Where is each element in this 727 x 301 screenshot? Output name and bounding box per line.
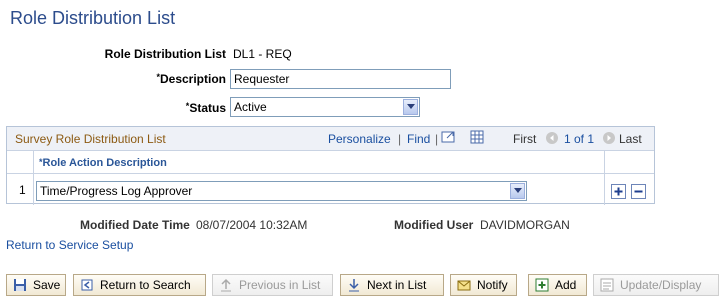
previous-icon [221, 278, 231, 292]
first-label: First [513, 132, 537, 146]
last-label: Last [619, 132, 642, 146]
grid-title: Survey Role Distribution List [15, 132, 166, 146]
rdl-value: DL1 - REQ [233, 47, 292, 61]
row-range: 1 of 1 [564, 132, 595, 146]
description-label: *Description [100, 72, 226, 86]
save-label: Save [33, 278, 61, 292]
status-select-value: Active [234, 100, 267, 114]
separator: | [398, 132, 402, 146]
role-distribution-grid: Survey Role Distribution List Personaliz… [6, 126, 655, 205]
chevron-down-icon[interactable] [403, 99, 418, 115]
role-action-description-header: *Role Action Description [39, 157, 167, 169]
modified-user-label: Modified User [394, 218, 474, 232]
save-button[interactable]: Save [6, 274, 66, 296]
notify-label: Notify [477, 278, 508, 292]
notify-button[interactable]: Notify [450, 274, 517, 296]
return-search-icon [81, 279, 93, 291]
description-field[interactable]: Requester [230, 69, 451, 89]
download-grid-icon[interactable] [470, 130, 484, 147]
status-label: *Status [100, 101, 226, 115]
update-display-icon [600, 278, 614, 292]
modified-date-value: 08/07/2004 10:32AM [196, 218, 308, 232]
view-all-icon[interactable] [441, 130, 457, 147]
notify-icon [457, 280, 471, 291]
separator: | [435, 132, 439, 146]
return-to-search-button[interactable]: Return to Search [73, 274, 206, 296]
previous-in-list-button[interactable]: Previous in List [212, 274, 333, 296]
minus-icon [634, 190, 643, 193]
add-label: Add [555, 278, 577, 292]
column-divider [33, 151, 34, 205]
add-button[interactable]: Add [528, 274, 587, 296]
add-icon [535, 278, 549, 292]
page-title: Role Distribution List [10, 8, 176, 28]
add-row-button[interactable] [611, 184, 626, 199]
next-label: Next in List [367, 278, 427, 292]
role-action-value: Time/Progress Log Approver [40, 184, 193, 198]
save-icon [14, 279, 26, 291]
row-number: 1 [19, 183, 26, 197]
bottom-toolbar: Save Return to Search Previous in List N… [0, 270, 727, 301]
prev-arrow-icon [545, 131, 559, 148]
column-divider [604, 151, 605, 205]
plus-icon [614, 187, 623, 196]
next-arrow-icon [602, 131, 616, 148]
grid-column-header: *Role Action Description [7, 151, 654, 205]
modified-date-label: Modified Date Time [80, 218, 190, 232]
previous-label: Previous in List [239, 278, 321, 292]
delete-row-button[interactable] [631, 184, 646, 199]
description-label-text: Description [159, 72, 226, 86]
modified-user-value: DAVIDMORGAN [480, 218, 570, 232]
column-header-text: Role Action Description [42, 157, 167, 169]
find-link[interactable]: Find [407, 132, 430, 146]
role-action-select[interactable]: Time/Progress Log Approver [36, 181, 527, 201]
return-search-label: Return to Search [100, 278, 191, 292]
rdl-label: Role Distribution List [104, 47, 226, 61]
grid-header: Survey Role Distribution List Personaliz… [7, 127, 654, 151]
return-to-service-setup-link[interactable]: Return to Service Setup [6, 238, 133, 252]
chevron-down-icon[interactable] [510, 183, 525, 199]
update-display-button[interactable]: Update/Display [593, 274, 719, 296]
next-in-list-button[interactable]: Next in List [340, 274, 444, 296]
update-display-label: Update/Display [620, 278, 702, 292]
status-label-text: Status [189, 101, 226, 115]
next-icon [349, 279, 359, 292]
status-select[interactable]: Active [230, 97, 420, 117]
personalize-link[interactable]: Personalize [328, 132, 391, 146]
